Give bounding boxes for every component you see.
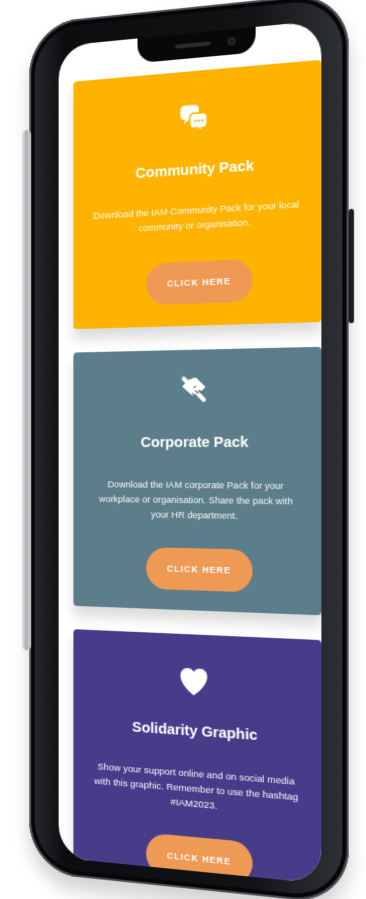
community-pack-card: Community Pack Download the IAM Communit… bbox=[73, 59, 322, 330]
phone-screen: Community Pack Download the IAM Communit… bbox=[58, 20, 322, 884]
corporate-pack-click-here-button[interactable]: CLICK HERE bbox=[146, 547, 253, 593]
solidarity-graphic-description: Show your support online and on social m… bbox=[94, 761, 299, 812]
corporate-pack-card: Corporate Pack Download the IAM corporat… bbox=[73, 346, 322, 616]
front-camera bbox=[227, 36, 236, 46]
heart-icon bbox=[177, 664, 210, 700]
speaker-slot bbox=[175, 41, 211, 49]
phone-notch bbox=[137, 26, 256, 64]
pack-cards-list: Community Pack Download the IAM Communit… bbox=[73, 59, 322, 884]
community-pack-description: Download the IAM Community Pack for your… bbox=[93, 199, 300, 235]
phone-frame: Community Pack Download the IAM Communit… bbox=[29, 0, 349, 899]
solidarity-graphic-title: Solidarity Graphic bbox=[132, 718, 258, 745]
community-pack-title: Community Pack bbox=[135, 157, 254, 183]
phone-mockup-stage: Community Pack Download the IAM Communit… bbox=[0, 0, 366, 899]
corporate-pack-description: Download the IAM corporate Pack for your… bbox=[99, 479, 293, 522]
community-pack-click-here-button[interactable]: CLICK HERE bbox=[146, 258, 253, 306]
chat-bubbles-icon bbox=[177, 102, 210, 139]
corporate-pack-title: Corporate Pack bbox=[140, 433, 249, 452]
handshake-icon bbox=[177, 372, 210, 407]
solidarity-graphic-click-here-button[interactable]: CLICK HERE bbox=[146, 832, 253, 884]
solidarity-graphic-card: Solidarity Graphic Show your support onl… bbox=[73, 629, 322, 884]
